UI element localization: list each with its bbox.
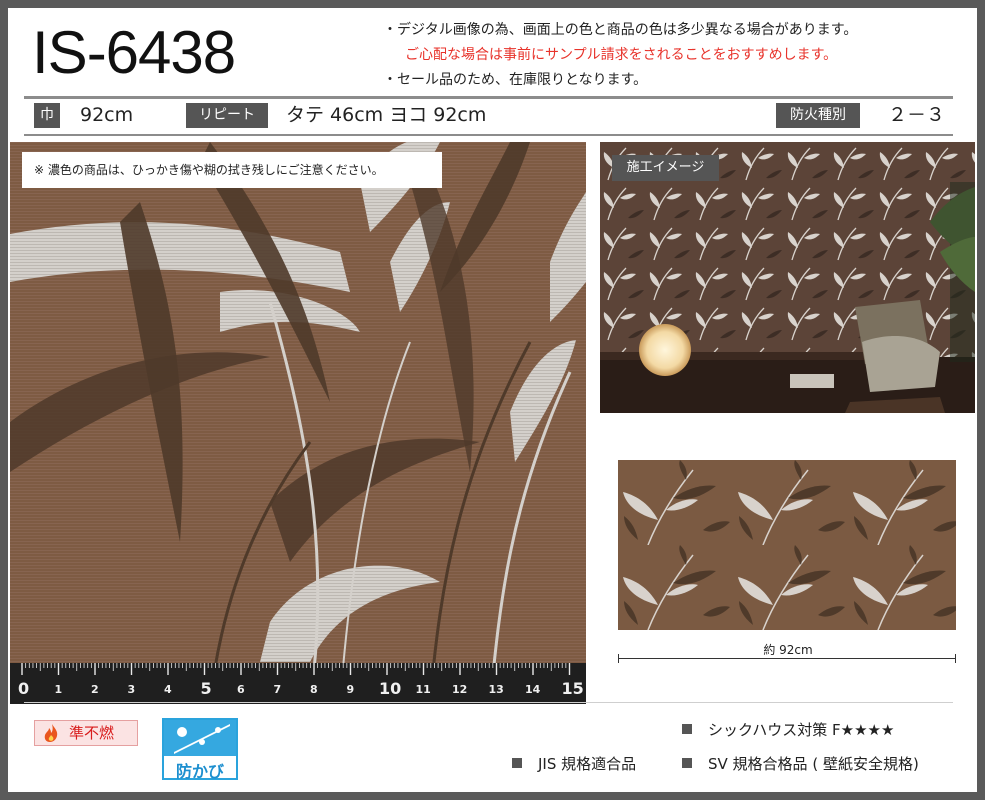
cert-sv-text: SV 規格合格品 ( 壁紙安全規格) — [708, 755, 919, 773]
width-value: 92cm — [80, 104, 134, 126]
ruler-number: 3 — [127, 683, 136, 696]
cert-jis: JIS 規格適合品 — [512, 754, 636, 774]
ruler-number: 2 — [91, 683, 99, 696]
flame-icon — [44, 724, 58, 742]
ruler-number: 10 — [379, 679, 402, 698]
spec-divider — [24, 134, 953, 136]
mold-resistant-text: 防かび — [175, 762, 224, 781]
repeat-label: リピート — [186, 103, 268, 128]
ruler-number: 6 — [237, 683, 245, 696]
top-divider — [24, 96, 953, 99]
cert-jis-text: JIS 規格適合品 — [538, 755, 637, 773]
spec-bar: 巾 92cm リピート タテ 46cm ヨコ 92cm 防火種別 ２－３ — [24, 100, 953, 130]
fire-class-value: ２－３ — [888, 104, 946, 126]
ruler-number: 14 — [525, 683, 541, 696]
cert-sick-house-text: シックハウス対策 F★★★★ — [708, 721, 895, 739]
repeat-pattern — [618, 460, 956, 630]
room-image — [600, 142, 975, 413]
ruler-number: 5 — [200, 679, 212, 698]
ruler-number: 0 — [18, 679, 30, 698]
room-scene — [600, 142, 975, 413]
repeat-preview — [618, 460, 956, 630]
fire-retardant-text: 準不燃 — [69, 724, 115, 742]
dimension-tick-left — [618, 654, 619, 663]
ruler-number: 13 — [488, 683, 504, 696]
mold-badge-graphic — [164, 720, 236, 756]
wallpaper-swatch: 0 1 2 3 4 5 6 7 8 9 10 11 12 13 14 15 — [10, 142, 586, 704]
repeat-value: タテ 46cm ヨコ 92cm — [286, 104, 487, 126]
product-code: IS-6438 — [32, 19, 236, 86]
ruler-number: 7 — [273, 683, 282, 696]
bullet-square — [682, 758, 692, 768]
fire-retardant-badge: 準不燃 — [34, 720, 138, 746]
width-label: 巾 — [34, 103, 60, 128]
swatch-pattern — [10, 142, 586, 704]
note-color-disclaimer: ・デジタル画像の為、画面上の色と商品の色は多少異なる場合があります。 — [383, 22, 858, 38]
mold-resistant-badge: 防かび — [162, 718, 238, 781]
dimension-tick-right — [955, 654, 956, 663]
ruler-number: 4 — [164, 683, 172, 696]
bullet-square — [512, 758, 522, 768]
room-image-label: 施工イメージ — [612, 155, 719, 181]
ruler-number: 15 — [561, 679, 584, 698]
note-stock-limited: ・セール品のため、在庫限りとなります。 — [383, 72, 648, 88]
cert-sick-house: シックハウス対策 F★★★★ — [682, 720, 894, 740]
width-dimension-label: 約 92cm — [738, 641, 838, 658]
fire-class-label: 防火種別 — [776, 103, 860, 128]
ruler-number: 8 — [310, 683, 318, 696]
caution-note: ※ 濃色の商品は、ひっかき傷や糊の拭き残しにご注意ください。 — [22, 152, 442, 188]
note-sample-request: ご心配な場合は事前にサンプル請求をされることをおすすめします。 — [405, 47, 838, 63]
ruler-number: 12 — [452, 683, 468, 696]
cert-sv: SV 規格合格品 ( 壁紙安全規格) — [682, 754, 919, 774]
ruler-number: 11 — [415, 683, 431, 696]
snowflake-icon — [174, 724, 230, 754]
ruler-number: 1 — [54, 683, 63, 696]
ruler-number: 9 — [346, 683, 355, 696]
bottom-divider — [24, 702, 953, 703]
ruler: 0 1 2 3 4 5 6 7 8 9 10 11 12 13 14 15 — [10, 663, 586, 704]
width-dimension-line — [618, 658, 956, 659]
notes-block: ・デジタル画像の為、画面上の色と商品の色は多少異なる場合があります。 ご心配な場… — [383, 18, 857, 93]
bullet-square — [682, 724, 692, 734]
